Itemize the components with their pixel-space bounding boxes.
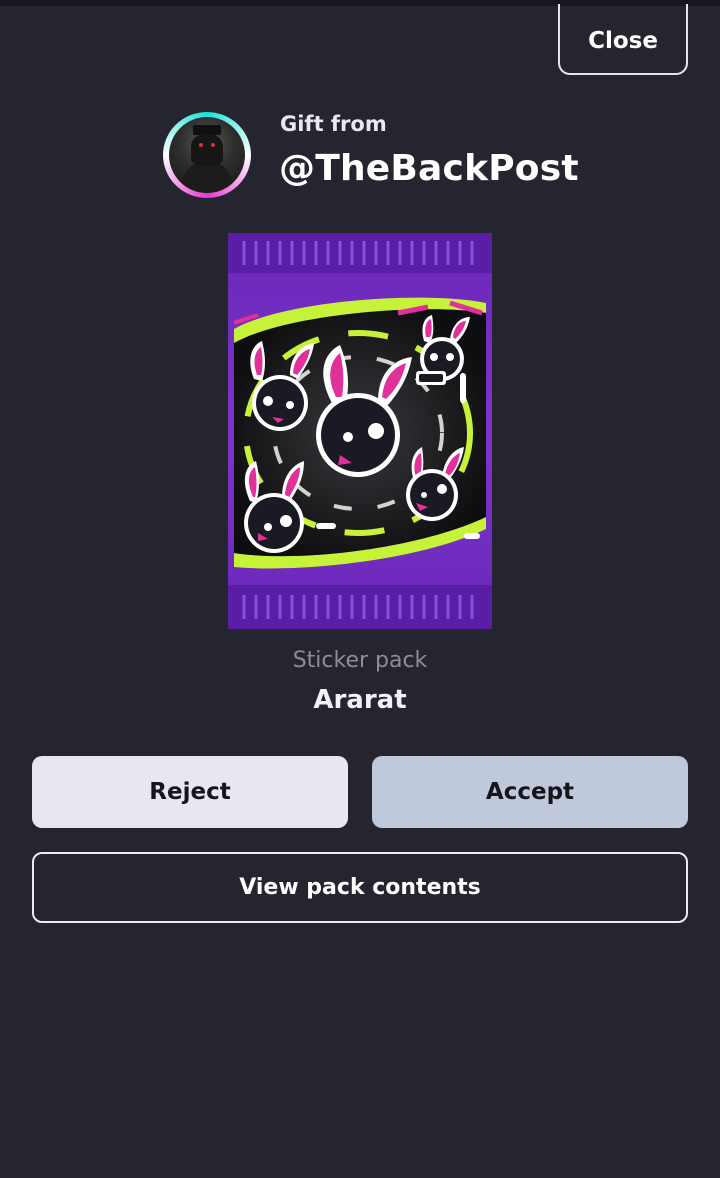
accept-button[interactable]: Accept [372,756,688,828]
close-button[interactable]: Close [558,4,688,75]
avatar-image [169,117,245,193]
pack-type-label: Sticker pack [292,648,428,673]
reject-button[interactable]: Reject [32,756,348,828]
sticker-pack-image [228,233,492,629]
gift-from-label: Gift from [280,112,387,136]
sender-avatar[interactable] [163,112,251,198]
sender-username[interactable]: @TheBackPost [279,148,579,189]
view-pack-contents-button[interactable]: View pack contents [32,852,688,923]
pack-name: Ararat [313,685,407,715]
